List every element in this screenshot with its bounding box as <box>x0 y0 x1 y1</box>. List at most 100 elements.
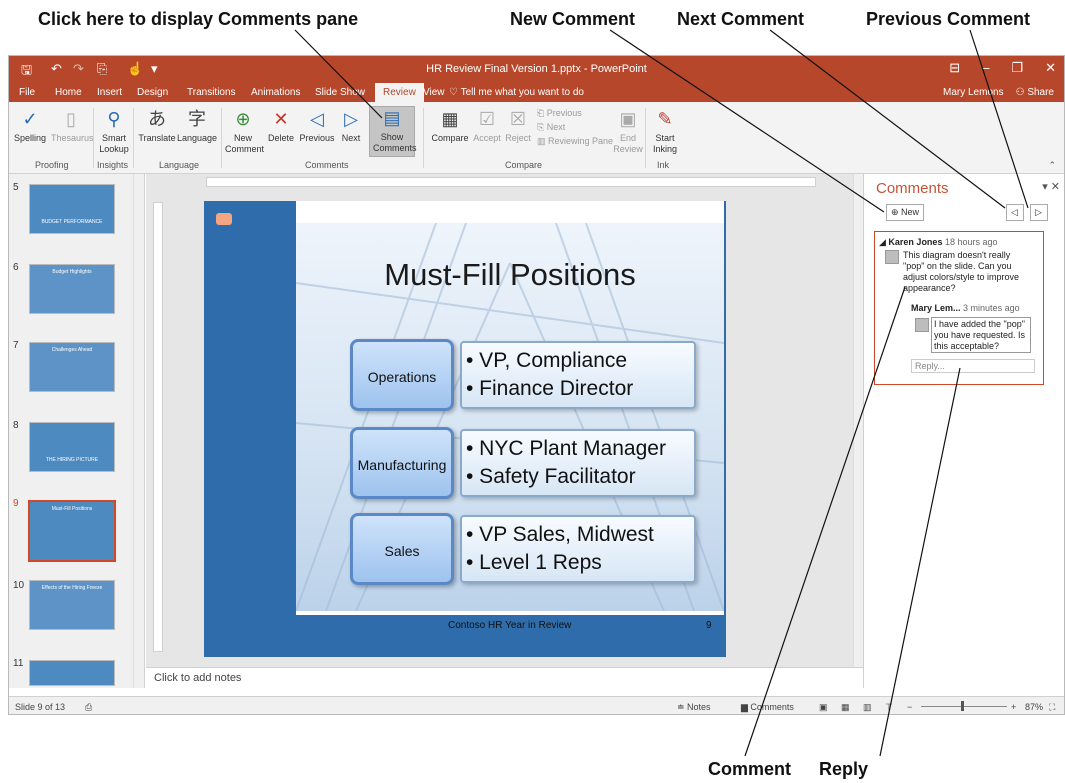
delete-comment-button[interactable]: ✕ Delete <box>265 108 297 144</box>
user-name[interactable]: Mary Lemons <box>943 87 1004 98</box>
show-comments-button[interactable]: ▤ Show Comments <box>369 106 417 157</box>
new-comment-button[interactable]: ⊕ New <box>886 204 925 221</box>
ribbon-tabs: File Home Insert Design Transitions Anim… <box>9 83 1064 102</box>
comments-pane-title: Comments <box>876 180 949 197</box>
previous-change-icon: ⎗ <box>537 108 547 118</box>
notes-toggle[interactable]: ≐ Notes <box>677 702 711 713</box>
tab-home[interactable]: Home <box>55 87 82 98</box>
restore-icon[interactable]: ❐ <box>1011 60 1023 76</box>
zoom-in-icon[interactable]: + <box>1011 702 1016 712</box>
tab-animations[interactable]: Animations <box>251 87 300 98</box>
tab-slide-show[interactable]: Slide Show <box>315 87 365 98</box>
slide-thumbnail[interactable]: Challenges Ahead <box>29 342 115 392</box>
slideshow-icon[interactable]: ⊤ <box>885 702 893 713</box>
tab-file[interactable]: File <box>19 87 35 98</box>
notes-pane[interactable]: Click to add notes <box>146 667 863 688</box>
zoom-slider-thumb[interactable] <box>961 701 964 711</box>
thesaurus-button[interactable]: ▯ Thesaurus <box>51 108 94 144</box>
callout-new-comment: New Comment <box>510 9 636 29</box>
reject-button[interactable]: ☒ Reject <box>503 108 533 144</box>
previous-comment-ribbon-button[interactable]: ◁ Previous <box>299 108 335 144</box>
spelling-button[interactable]: ✓ Spelling <box>13 108 47 144</box>
next-change-icon: ⎘ <box>537 122 547 132</box>
translate-icon: あ <box>148 109 166 129</box>
language-icon: 字 <box>188 109 206 129</box>
callout-comment: Comment <box>708 759 792 779</box>
translate-button[interactable]: あ Translate <box>137 108 177 144</box>
reviewing-pane-button[interactable]: ▥ Reviewing Pane <box>537 136 613 147</box>
reading-view-icon[interactable]: ▥ <box>863 702 872 713</box>
share-button[interactable]: ⚇ Share <box>1016 87 1054 98</box>
comment-marker-icon[interactable] <box>216 213 232 225</box>
smartart-list-sales[interactable]: • VP Sales, Midwest • Level 1 Reps <box>460 515 696 583</box>
smartart-label-sales[interactable]: Sales <box>350 513 454 585</box>
collapse-ribbon-icon[interactable]: ⌃ <box>1048 160 1056 171</box>
smartart-label-operations[interactable]: Operations <box>350 339 454 411</box>
reply-input[interactable]: Reply... <box>911 359 1035 373</box>
thumbnails-scrollbar[interactable] <box>133 174 143 688</box>
editing-area-scrollbar[interactable] <box>853 174 863 677</box>
smart-lookup-button[interactable]: ⚲ Smart Lookup <box>97 108 131 155</box>
slide-number[interactable]: 9 <box>706 620 712 631</box>
smartart-list-manufacturing[interactable]: • NYC Plant Manager • Safety Facilitator <box>460 429 696 497</box>
pane-options-icon[interactable]: ▾ <box>1042 181 1048 193</box>
slide-title[interactable]: Must-Fill Positions <box>296 257 724 293</box>
previous-change-button[interactable]: ⎗ Previous <box>537 108 582 119</box>
thumbnail-number: 8 <box>13 420 19 431</box>
next-comment-icon: ▷ <box>1035 207 1042 217</box>
ribbon-display-icon[interactable]: ⊟ <box>949 60 960 76</box>
new-comment-ribbon-button[interactable]: ⊕ New Comment <box>225 108 264 155</box>
slide-thumbnail[interactable] <box>29 660 115 686</box>
zoom-slider[interactable] <box>921 706 1007 707</box>
slide-thumbnail[interactable]: Budget Highlights <box>29 264 115 314</box>
group-separator <box>133 108 134 168</box>
avatar <box>885 250 899 264</box>
slide-thumbnail[interactable]: BUDGET PERFORMANCE <box>29 184 115 234</box>
reply-avatar <box>915 318 929 332</box>
close-icon[interactable]: ✕ <box>1045 60 1056 76</box>
end-review-button[interactable]: ▣ End Review <box>613 108 643 155</box>
next-change-button[interactable]: ⎘ Next <box>537 122 565 133</box>
start-inking-button[interactable]: ✎ Start Inking <box>649 108 681 155</box>
close-pane-icon[interactable]: ✕ <box>1051 181 1060 193</box>
next-comment-ribbon-button[interactable]: ▷ Next <box>337 108 365 144</box>
slide-thumbnail[interactable]: Effects of the Hiring Freeze <box>29 580 115 630</box>
thumbnail-number: 9 <box>13 498 19 509</box>
book-icon: ▯ <box>66 109 76 129</box>
zoom-out-icon[interactable]: − <box>907 702 912 712</box>
smartart-list-operations[interactable]: • VP, Compliance • Finance Director <box>460 341 696 409</box>
comment-text[interactable]: This diagram doesn't really "pop" on the… <box>903 250 1028 294</box>
new-comment-icon: ⊕ <box>891 207 902 217</box>
accept-button[interactable]: ☑ Accept <box>471 108 503 144</box>
tab-transitions[interactable]: Transitions <box>187 87 236 98</box>
slide-thumbnail-selected[interactable]: Must-Fill Positions <box>28 500 116 562</box>
previous-comment-icon: ◁ <box>310 109 324 129</box>
compare-button[interactable]: ▦ Compare <box>429 108 471 144</box>
tab-review[interactable]: Review <box>375 83 424 102</box>
callout-reply: Reply <box>819 759 869 779</box>
accessibility-icon[interactable]: ⎙ <box>85 702 92 713</box>
fit-slide-icon[interactable]: ⛶ <box>1049 702 1055 713</box>
previous-comment-button[interactable]: ◁ <box>1006 204 1024 221</box>
tab-view[interactable]: View <box>423 87 445 98</box>
slide-thumbnail[interactable]: THE HIRING PICTURE <box>29 422 115 472</box>
ribbon: ✓ Spelling ▯ Thesaurus ⚲ Smart Lookup あ Tran… <box>9 102 1064 174</box>
comments-toggle[interactable]: ▆ Comments <box>741 702 794 713</box>
reply-text[interactable]: I have added the "pop" you have requeste… <box>931 317 1031 353</box>
zoom-level[interactable]: 87% <box>1025 702 1043 712</box>
language-button[interactable]: 字 Language <box>177 108 217 144</box>
slide-counter[interactable]: Slide 9 of 13 <box>15 702 65 712</box>
group-separator <box>93 108 94 168</box>
slide[interactable]: Must-Fill Positions Operations • VP, Com… <box>204 201 726 657</box>
smartart-label-manufacturing[interactable]: Manufacturing <box>350 427 454 499</box>
footer-text[interactable]: Contoso HR Year in Review <box>448 620 571 631</box>
tab-insert[interactable]: Insert <box>97 87 122 98</box>
minimize-icon[interactable]: – <box>982 60 989 76</box>
next-comment-button[interactable]: ▷ <box>1030 204 1048 221</box>
collapse-thread-icon[interactable]: ◢ <box>879 237 888 247</box>
normal-view-icon[interactable]: ▣ <box>819 702 828 713</box>
tab-design[interactable]: Design <box>137 87 168 98</box>
comment-thread[interactable]: ◢ Karen Jones 18 hours ago This diagram … <box>874 231 1044 385</box>
tell-me-box[interactable]: ♡ Tell me what you want to do <box>449 87 584 98</box>
slide-sorter-icon[interactable]: ▦ <box>841 702 850 713</box>
